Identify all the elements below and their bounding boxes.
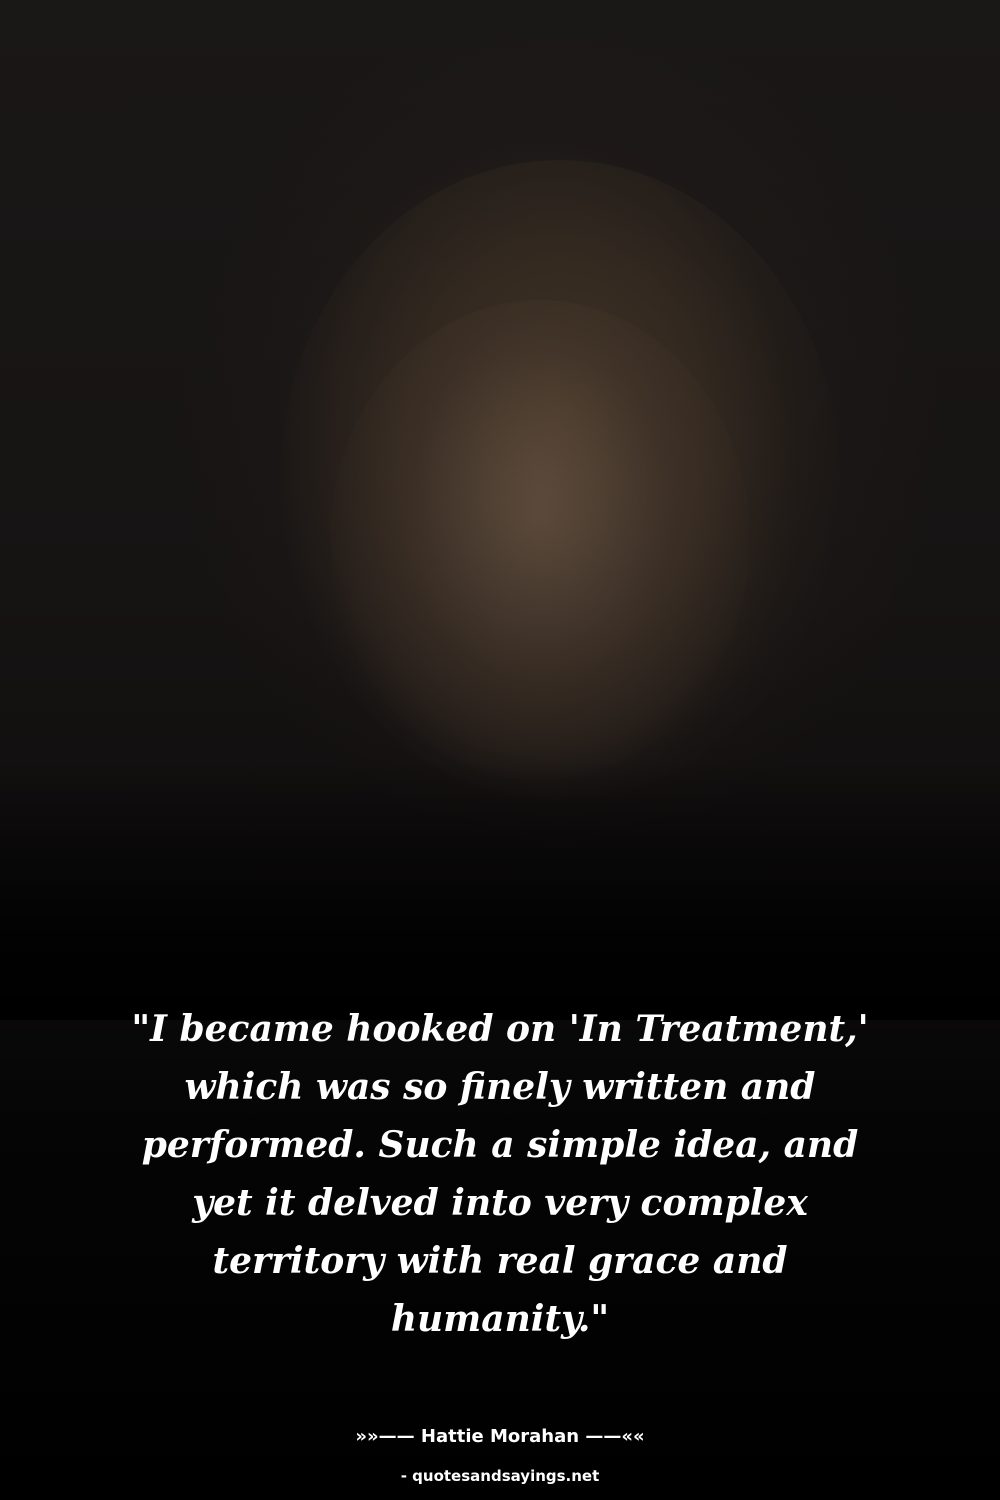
quote-text: "I became hooked on 'In Treatment,' whic… <box>131 1008 869 1340</box>
portrait-face <box>330 300 750 780</box>
bottom-fade <box>0 760 1000 1020</box>
quote-author: »»—— Hattie Morahan ——«« <box>355 1426 645 1447</box>
source-credit: - quotesandsayings.net <box>400 1467 600 1485</box>
